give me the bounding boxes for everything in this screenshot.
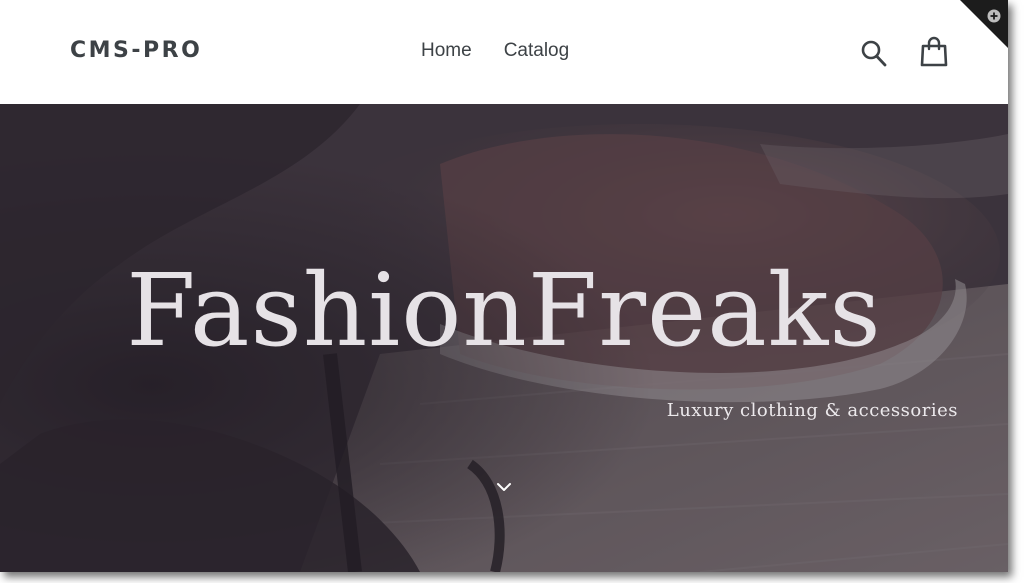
shopping-bag-icon	[920, 36, 948, 67]
search-button[interactable]	[860, 38, 888, 68]
cart-button[interactable]	[919, 36, 949, 68]
site-header: CMS-PRO Home Catalog	[0, 0, 1008, 104]
search-icon	[861, 40, 887, 67]
browser-page: CMS-PRO Home Catalog FashionFreaks Luxur…	[0, 0, 1008, 572]
scroll-down-button[interactable]	[492, 478, 516, 496]
hero-subtitle: Luxury clothing & accessories	[666, 400, 958, 421]
corner-badge[interactable]	[960, 0, 1008, 48]
nav-link-home[interactable]: Home	[421, 40, 472, 62]
hero-title: FashionFreaks	[126, 252, 882, 369]
main-nav: Home Catalog	[421, 40, 569, 62]
nav-link-catalog[interactable]: Catalog	[504, 40, 570, 62]
corner-ribbon	[960, 0, 1008, 48]
site-logo[interactable]: CMS-PRO	[70, 38, 202, 63]
plus-circle-icon	[987, 9, 1001, 23]
hero-banner: FashionFreaks Luxury clothing & accessor…	[0, 104, 1008, 572]
chevron-down-icon	[497, 483, 511, 491]
